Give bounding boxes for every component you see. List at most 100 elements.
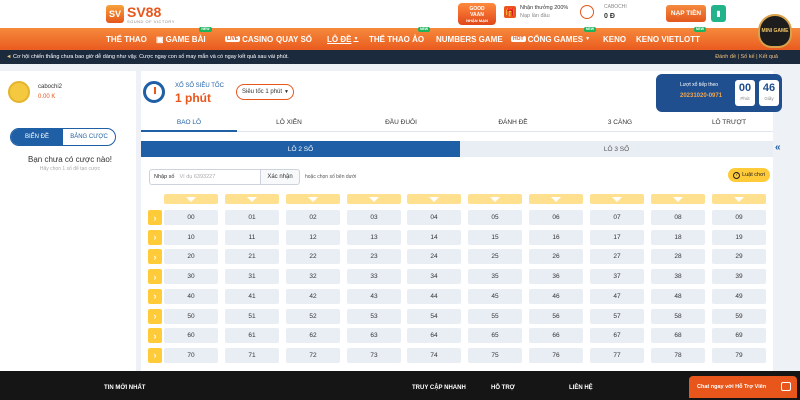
footer-quick-access[interactable]: TRUY CẬP NHANH <box>412 385 466 391</box>
number-cell[interactable]: 45 <box>468 288 522 304</box>
number-cell[interactable]: 23 <box>347 249 401 265</box>
number-cell[interactable]: 76 <box>529 347 583 363</box>
rules-button[interactable]: ? Luật chơi <box>728 168 770 182</box>
number-cell[interactable]: 22 <box>286 249 340 265</box>
number-cell[interactable]: 62 <box>286 328 340 344</box>
number-cell[interactable]: 07 <box>590 210 644 225</box>
number-cell[interactable]: 47 <box>590 288 644 304</box>
footer-support[interactable]: HỖ TRỢ <box>491 385 515 391</box>
number-cell[interactable]: 38 <box>651 269 705 285</box>
number-cell[interactable]: 25 <box>468 249 522 265</box>
number-cell[interactable]: 32 <box>286 269 340 285</box>
nav-game-portal[interactable]: HOT CỔNG GAMES ▼ NEW <box>511 27 597 50</box>
tab-bet-table[interactable]: BẢNG CƯỢC <box>63 129 115 145</box>
confirm-button[interactable]: Xác nhận <box>260 169 300 185</box>
number-cell[interactable]: 21 <box>225 249 279 265</box>
number-input[interactable]: Nhập số Ví dụ 6393227 <box>149 169 261 185</box>
column-select-arrow[interactable] <box>225 194 279 204</box>
number-cell[interactable]: 15 <box>468 229 522 245</box>
number-cell[interactable]: 55 <box>468 308 522 324</box>
number-cell[interactable]: 54 <box>407 308 461 324</box>
number-cell[interactable]: 60 <box>164 328 218 344</box>
number-cell[interactable]: 09 <box>712 210 766 225</box>
number-cell[interactable]: 52 <box>286 308 340 324</box>
tab-dau-duoi[interactable]: ĐẦU ĐUÔI <box>353 116 449 132</box>
number-cell[interactable]: 71 <box>225 347 279 363</box>
number-cell[interactable]: 31 <box>225 269 279 285</box>
number-cell[interactable]: 05 <box>468 210 522 225</box>
number-cell[interactable]: 67 <box>590 328 644 344</box>
column-select-arrow[interactable] <box>468 194 522 204</box>
tab-bao-lo[interactable]: BAO LÔ <box>141 116 237 132</box>
number-cell[interactable]: 43 <box>347 288 401 304</box>
row-select-arrow[interactable]: › <box>148 210 162 225</box>
number-cell[interactable]: 70 <box>164 347 218 363</box>
number-cell[interactable]: 27 <box>590 249 644 265</box>
column-select-arrow[interactable] <box>347 194 401 204</box>
tab-bet-slip[interactable]: BIỂN ĐỀ <box>11 129 63 145</box>
row-select-arrow[interactable]: › <box>148 249 162 265</box>
nav-numbers-game[interactable]: NUMBERS GAME <box>436 28 503 50</box>
number-cell[interactable]: 12 <box>286 229 340 245</box>
number-cell[interactable]: 48 <box>651 288 705 304</box>
number-cell[interactable]: 06 <box>529 210 583 225</box>
number-cell[interactable]: 00 <box>164 210 218 225</box>
column-select-arrow[interactable] <box>590 194 644 204</box>
nav-keno[interactable]: KENO <box>603 28 626 50</box>
number-cell[interactable]: 04 <box>407 210 461 225</box>
number-cell[interactable]: 65 <box>468 328 522 344</box>
tab-3-cang[interactable]: 3 CÀNG <box>572 116 668 132</box>
number-cell[interactable]: 11 <box>225 229 279 245</box>
number-cell[interactable]: 61 <box>225 328 279 344</box>
tab-danh-de[interactable]: ĐÁNH ĐỀ <box>465 116 561 132</box>
number-cell[interactable]: 29 <box>712 249 766 265</box>
collapse-arrow-icon[interactable]: « <box>775 142 785 156</box>
tab-lo-truot[interactable]: LÔ TRƯỢT <box>681 116 777 132</box>
number-cell[interactable]: 37 <box>590 269 644 285</box>
number-cell[interactable]: 49 <box>712 288 766 304</box>
number-cell[interactable]: 73 <box>347 347 401 363</box>
number-cell[interactable]: 30 <box>164 269 218 285</box>
nav-virtual-sports[interactable]: THỂ THAO ẢO NEW <box>369 27 431 50</box>
first-deposit-promo[interactable]: 🎁 Nhận thưởng 200% Nạp lần đầu <box>504 4 568 20</box>
number-cell[interactable]: 14 <box>407 229 461 245</box>
number-cell[interactable]: 56 <box>529 308 583 324</box>
column-select-arrow[interactable] <box>651 194 705 204</box>
number-cell[interactable]: 01 <box>225 210 279 225</box>
number-cell[interactable]: 40 <box>164 288 218 304</box>
number-cell[interactable]: 44 <box>407 288 461 304</box>
number-cell[interactable]: 10 <box>164 229 218 245</box>
number-cell[interactable]: 78 <box>651 347 705 363</box>
number-cell[interactable]: 58 <box>651 308 705 324</box>
number-cell[interactable]: 57 <box>590 308 644 324</box>
row-select-arrow[interactable]: › <box>148 229 162 245</box>
footer-contact[interactable]: LIÊN HỆ <box>569 385 593 391</box>
number-cell[interactable]: 69 <box>712 328 766 344</box>
wallet-button[interactable]: ▮ <box>711 5 726 22</box>
number-cell[interactable]: 42 <box>286 288 340 304</box>
number-cell[interactable]: 19 <box>712 229 766 245</box>
number-cell[interactable]: 34 <box>407 269 461 285</box>
row-select-arrow[interactable]: › <box>148 328 162 344</box>
number-cell[interactable]: 24 <box>407 249 461 265</box>
nav-sports[interactable]: THỂ THAO <box>106 28 147 50</box>
number-cell[interactable]: 50 <box>164 308 218 324</box>
user-box[interactable]: CABOCHI 0 Đ <box>580 3 627 21</box>
number-cell[interactable]: 33 <box>347 269 401 285</box>
number-cell[interactable]: 17 <box>590 229 644 245</box>
tab-lo-3-so[interactable]: LÔ 3 SỐ <box>460 141 773 157</box>
number-cell[interactable]: 20 <box>164 249 218 265</box>
number-cell[interactable]: 41 <box>225 288 279 304</box>
column-select-arrow[interactable] <box>712 194 766 204</box>
number-cell[interactable]: 59 <box>712 308 766 324</box>
live-chat-button[interactable]: Chat ngay với Hỗ Trợ Viên <box>689 376 797 398</box>
number-cell[interactable]: 64 <box>407 328 461 344</box>
number-cell[interactable]: 72 <box>286 347 340 363</box>
number-cell[interactable]: 26 <box>529 249 583 265</box>
number-cell[interactable]: 35 <box>468 269 522 285</box>
number-cell[interactable]: 53 <box>347 308 401 324</box>
row-select-arrow[interactable]: › <box>148 347 162 363</box>
number-cell[interactable]: 46 <box>529 288 583 304</box>
number-cell[interactable]: 16 <box>529 229 583 245</box>
nav-lo-de[interactable]: LÔ ĐỀ ▼ <box>327 28 358 50</box>
